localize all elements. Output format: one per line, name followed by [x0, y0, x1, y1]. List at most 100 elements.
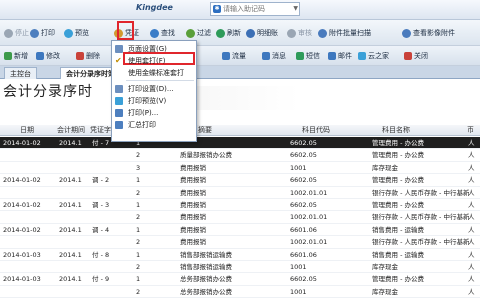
cell-no: 1	[136, 250, 141, 259]
toolbar-button-label: 停止	[15, 29, 29, 37]
table-row[interactable]: 2 费用报销 1002.01.01 银行存款 - 人民币存款 - 中行基新人	[0, 236, 480, 249]
menu-item-label: 汇总打印	[128, 121, 156, 129]
cell-voucher: 调 - 3	[92, 201, 110, 209]
scan-icon	[318, 28, 327, 38]
cell-cur: 人	[468, 151, 475, 160]
grid-header: 日期 会计期间 凭证字号 摘要 科目代码 科目名称 币	[0, 125, 480, 136]
page-title: 会计分录序时	[3, 84, 93, 100]
toolbar-button-1[interactable]: 打印	[30, 25, 55, 41]
col-account-name[interactable]: 科目名称	[382, 125, 410, 136]
cell-code: 1001	[290, 163, 307, 172]
cell-voucher: 调 - 2	[92, 176, 110, 185]
search-box[interactable]: ✱ ▼	[210, 2, 300, 16]
secondary-button-label: 流量	[232, 52, 246, 60]
cell-date: 2014-01-03	[3, 275, 41, 284]
cell-cur: 人	[468, 275, 475, 284]
chevron-down-icon[interactable]: ▼	[293, 5, 298, 12]
menu-item-5[interactable]: 打印(P)...	[112, 107, 196, 119]
mail-icon	[328, 52, 336, 60]
cell-period: 2014.1	[59, 225, 82, 234]
table-row[interactable]: 2014-01-02 2014.1 调 - 4 1 费用报销 6601.06 销售费用 - …	[0, 224, 480, 237]
table-row[interactable]: 2 质量部报销办公费 6602.05 管理费用 - 办公费 人	[0, 149, 480, 162]
col-date[interactable]: 日期	[20, 125, 34, 136]
secondary-button-3[interactable]: 流量	[222, 49, 246, 63]
cell-code: 6602.05	[290, 139, 317, 147]
col-summary[interactable]: 摘要	[198, 125, 212, 136]
secondary-button-5[interactable]: 短信	[296, 49, 320, 63]
cell-no: 1	[136, 176, 141, 185]
menu-item-0[interactable]: 页面设置(G)	[112, 43, 196, 55]
col-account-code[interactable]: 科目代码	[302, 125, 330, 136]
menu-item-3[interactable]: 打印设置(D)...	[112, 83, 196, 95]
toolbar-button-2[interactable]: 预览	[64, 25, 89, 41]
cell-period: 2014.1	[59, 139, 82, 147]
secondary-button-6[interactable]: 邮件	[328, 49, 352, 63]
cell-voucher: 付 - 7	[92, 139, 110, 147]
cell-summary: 费用报销	[180, 225, 206, 234]
menu-item-4[interactable]: 打印预览(V)	[112, 95, 196, 107]
search-input[interactable]	[223, 3, 299, 15]
toolbar-button-6[interactable]: 刷新	[216, 25, 241, 41]
cell-voucher: 调 - 4	[92, 225, 110, 234]
table-row[interactable]: 3 费用报销 1001 库存现金 人	[0, 162, 480, 175]
col-currency[interactable]: 币	[467, 125, 474, 136]
table-row[interactable]: 2 费用报销 1002.01.01 银行存款 - 人民币存款 - 中行基新人	[0, 187, 480, 199]
toolbar-button-10[interactable]: 查看影像附件	[402, 25, 455, 41]
print-setup-icon	[115, 85, 123, 93]
table-row[interactable]: 2014-01-02 2014.1 调 - 3 1 费用报销 6602.05 管理费用 - …	[0, 199, 480, 212]
cell-code: 6602.05	[290, 275, 317, 284]
toolbar-button-4[interactable]: 查找	[150, 25, 175, 41]
tab-console[interactable]: 主控台	[4, 67, 37, 79]
cell-name: 管理费用 - 办公费	[372, 151, 424, 160]
cell-name: 销售费用 - 运输费	[372, 250, 424, 259]
secondary-button-label: 邮件	[338, 52, 352, 60]
cell-code: 6601.06	[290, 225, 317, 234]
toolbar-button-8[interactable]: 审核	[287, 25, 312, 41]
col-period[interactable]: 会计期间	[57, 125, 85, 136]
menu-item-6[interactable]: 汇总打印	[112, 119, 196, 131]
table-row[interactable]: 2014-01-03 2014.1 付 - 9 1 总务部报销办公费 6602.05 管理费…	[0, 273, 480, 286]
title-bar: Kingdee ✱ ▼	[0, 0, 480, 20]
toolbar-button-7[interactable]: 明细账	[246, 25, 278, 41]
table-row[interactable]: 2 费用报销 1002.01.01 银行存款 - 人民币存款 - 中行基新人	[0, 211, 480, 224]
table-row[interactable]: 2014-01-02 2014.1 付 - 7 1 6602.05 管理费用 - 办公费人	[0, 137, 480, 150]
cell-name: 管理费用 - 办公费	[372, 201, 424, 209]
secondary-button-0[interactable]: 新增	[4, 49, 28, 63]
cell-code: 1002.01.01	[290, 213, 328, 222]
sms-icon	[296, 52, 304, 60]
cell-name: 银行存款 - 人民币存款 - 中行基新	[372, 213, 470, 222]
secondary-button-1[interactable]: 修改	[36, 49, 60, 63]
secondary-button-8[interactable]: 关闭	[404, 49, 428, 63]
toolbar-button-label: 查找	[161, 29, 175, 37]
cell-name: 库存现金	[372, 263, 398, 271]
table-row[interactable]: 2 总务部报销办公费 1001 库存现金 人	[0, 286, 480, 299]
cell-summary: 费用报销	[180, 176, 206, 185]
toolbar-button-9[interactable]: 附件批量扫描	[318, 25, 371, 41]
image-icon	[402, 28, 411, 38]
secondary-button-4[interactable]: 消息	[262, 49, 286, 63]
search-icon: ✱	[213, 5, 221, 13]
tab-strip: 主控台 会计分录序时簿	[0, 66, 480, 79]
menu-item-2[interactable]: 使用金蝶标准套打	[112, 67, 196, 79]
flow-icon	[222, 52, 230, 60]
secondary-button-7[interactable]: 云之家	[358, 49, 389, 63]
table-row[interactable]: 2014-01-02 2014.1 调 - 2 1 费用报销 6602.05 管理费用 - …	[0, 174, 480, 187]
print-icon	[30, 28, 39, 38]
menu-item-1[interactable]: ✔ 使用套打(F)	[112, 55, 196, 67]
cell-no: 2	[136, 151, 141, 160]
cell-period: 2014.1	[59, 201, 82, 209]
page-setup-icon	[115, 45, 123, 53]
table-row[interactable]: 2 销售部报销运输费 1001 库存现金 人	[0, 261, 480, 274]
cell-code: 6602.05	[290, 151, 317, 160]
table-row[interactable]: 2014-01-03 2014.1 付 - 8 1 销售部报销运输费 6601.06 销售费…	[0, 249, 480, 261]
cell-no: 2	[136, 287, 141, 296]
toolbar-button-0[interactable]: 停止	[4, 25, 29, 41]
add-icon	[4, 52, 12, 60]
secondary-button-label: 新增	[14, 52, 28, 60]
toolbar-button-5[interactable]: 过滤	[186, 25, 211, 41]
toolbar-button-label: 打印	[41, 29, 55, 37]
cell-cur: 人	[468, 287, 475, 296]
cell-date: 2014-01-03	[3, 250, 41, 259]
cloud-icon	[358, 52, 366, 60]
secondary-button-2[interactable]: 删除	[76, 49, 100, 63]
